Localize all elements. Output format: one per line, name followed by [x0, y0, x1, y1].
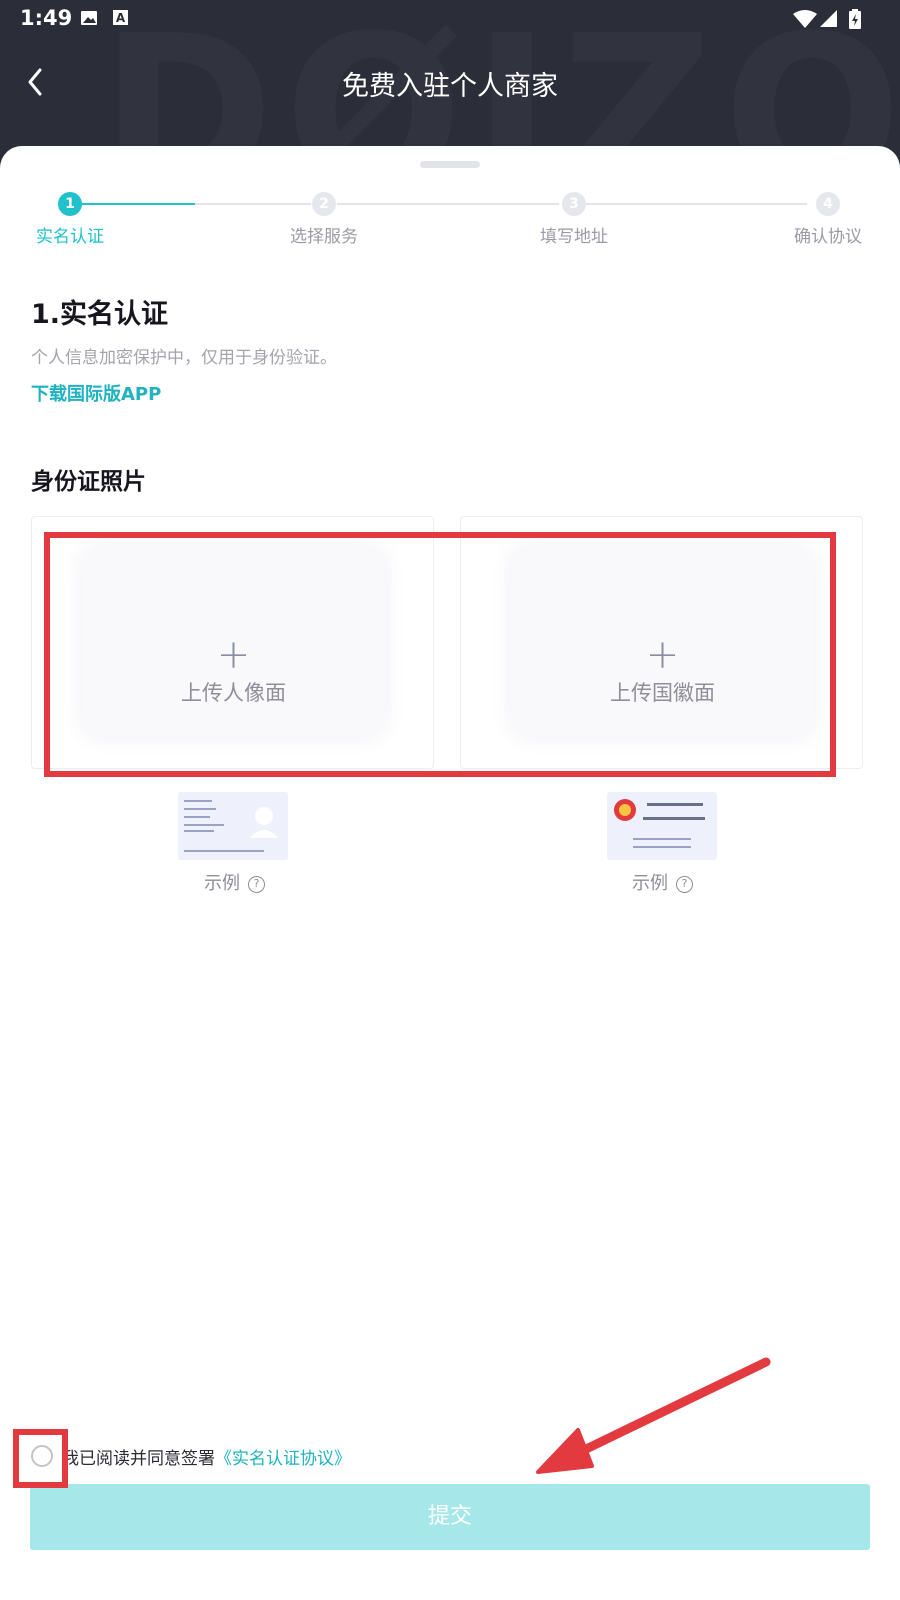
step-3-label: 填写地址	[540, 227, 608, 247]
page-title: 免费入驻个人商家	[342, 71, 558, 102]
annotation-highlight-checkbox	[13, 1429, 68, 1488]
download-app-link[interactable]: 下载国际版APP	[31, 380, 161, 406]
status-bar: 1:49 A	[0, 0, 900, 36]
id-photo-title: 身份证照片	[31, 469, 146, 495]
example-back-image[interactable]	[607, 792, 717, 860]
drag-handle[interactable]	[420, 161, 480, 168]
battery-icon	[849, 9, 861, 29]
svg-text:A: A	[116, 11, 126, 25]
annotation-highlight-uploads	[44, 532, 836, 777]
example-front-image[interactable]	[178, 792, 288, 860]
help-icon[interactable]: ?	[248, 875, 265, 893]
image-icon	[81, 11, 97, 25]
section-title: 1.实名认证	[31, 299, 169, 330]
stepper: 1 2 3 4 实名认证 选择服务 填写地址 确认协议	[0, 188, 900, 258]
step-2-indicator: 2	[312, 192, 336, 216]
step-connector	[585, 203, 807, 205]
example-back[interactable]: 示例?	[632, 869, 693, 895]
example-front-label: 示例	[204, 873, 240, 894]
step-4-label: 确认协议	[794, 227, 862, 247]
step-2-label: 选择服务	[290, 227, 358, 247]
step-connector	[195, 203, 311, 205]
help-icon[interactable]: ?	[676, 875, 693, 893]
header: DØIZON 1:49 A 免费入驻个人商家	[0, 0, 900, 160]
agreement-link[interactable]: 《实名认证协议》	[215, 1449, 351, 1469]
agreement-label: 我已阅读并同意签署	[62, 1449, 215, 1469]
status-time: 1:49	[20, 6, 73, 30]
agreement-text: 我已阅读并同意签署《实名认证协议》	[62, 1444, 351, 1469]
a-icon: A	[113, 10, 128, 25]
step-connector	[82, 203, 195, 205]
step-1-indicator: 1	[58, 192, 82, 216]
step-4-indicator: 4	[816, 192, 840, 216]
step-1-label: 实名认证	[36, 227, 104, 247]
wifi-icon	[793, 10, 817, 28]
step-3-indicator: 3	[562, 192, 586, 216]
section-description: 个人信息加密保护中，仅用于身份验证。	[31, 348, 337, 368]
submit-button[interactable]: 提交	[30, 1484, 870, 1550]
example-back-label: 示例	[632, 873, 668, 894]
content-sheet: 1 2 3 4 实名认证 选择服务 填写地址 确认协议 1.实名认证 个人信息加…	[0, 146, 900, 1600]
step-connector	[337, 203, 559, 205]
signal-icon	[820, 10, 837, 27]
example-front[interactable]: 示例?	[204, 869, 265, 895]
